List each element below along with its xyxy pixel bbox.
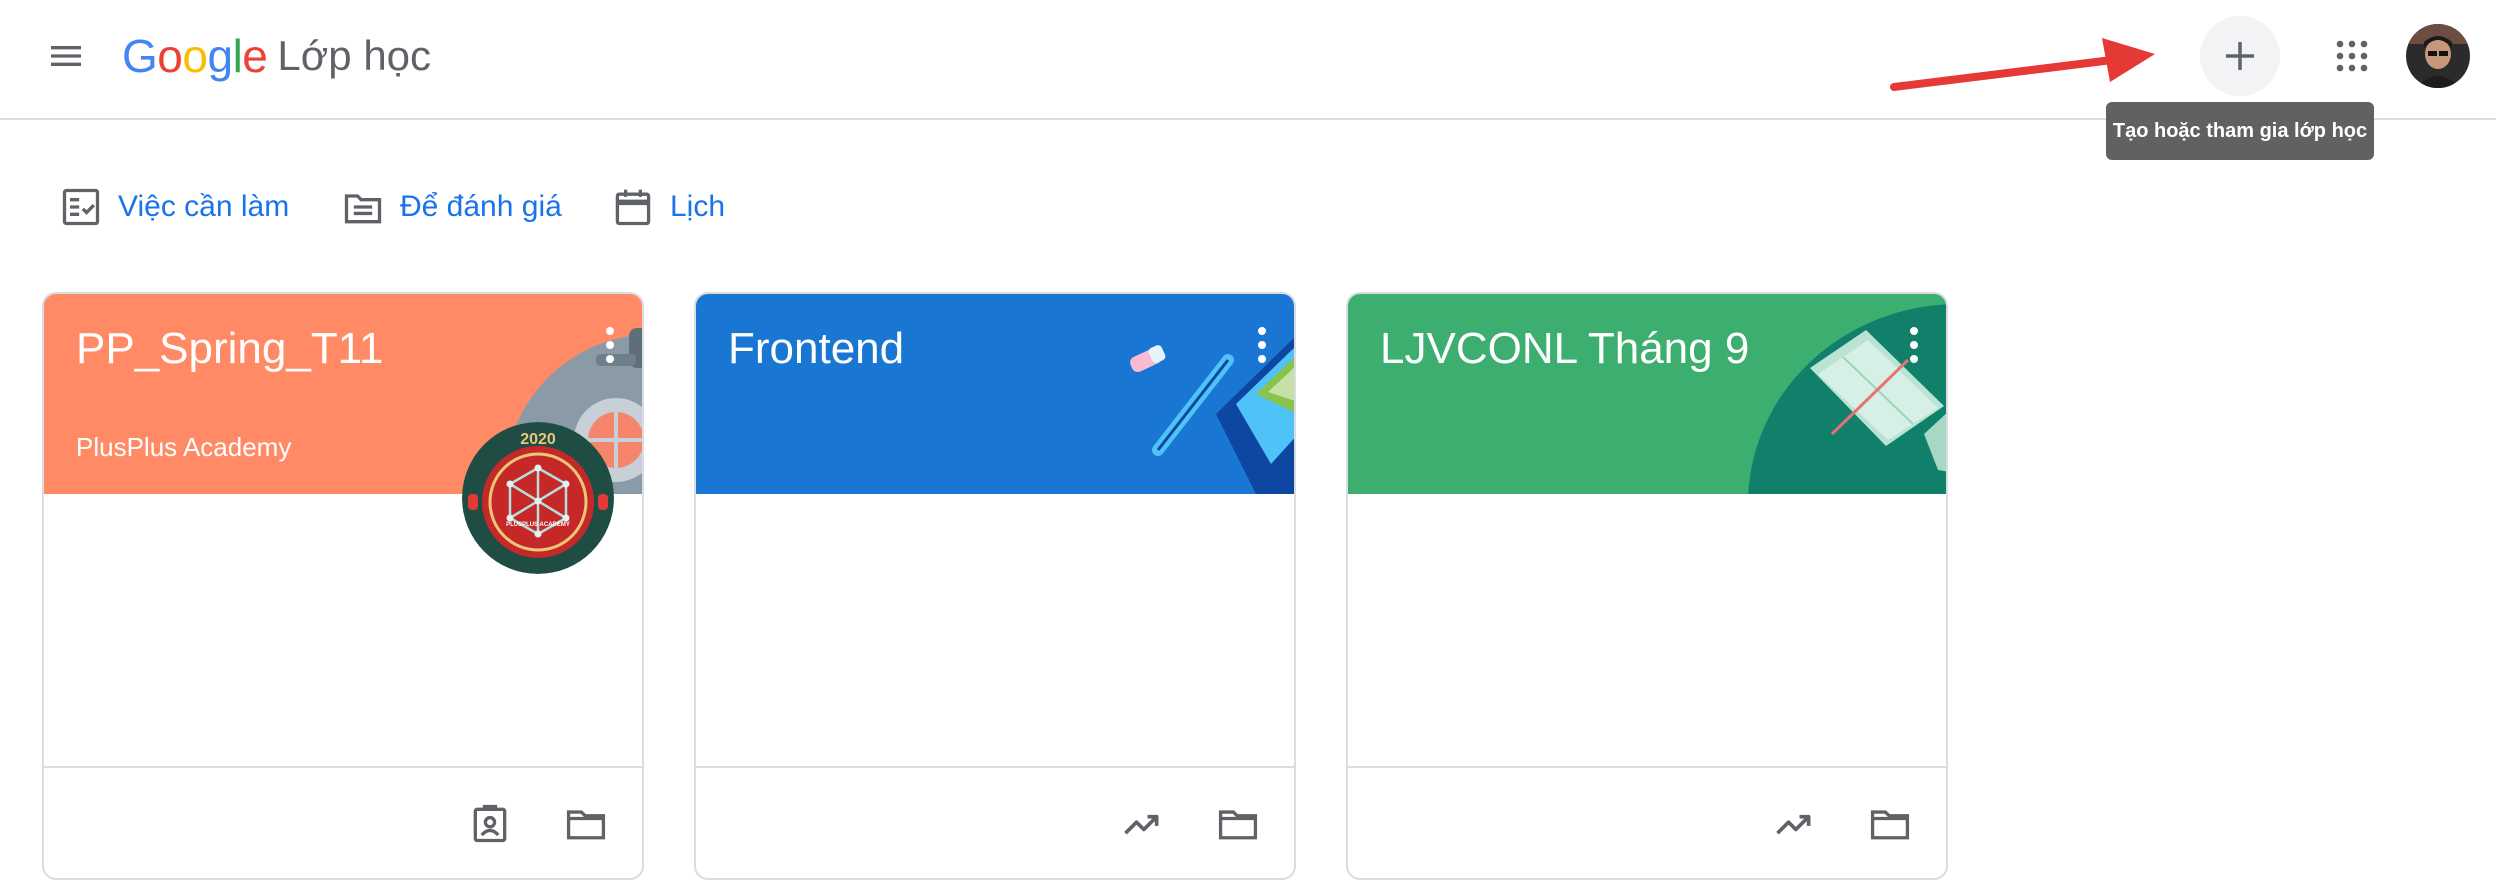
- folder-icon[interactable]: [556, 794, 616, 854]
- trending-up-icon[interactable]: [1112, 794, 1172, 854]
- class-options-button[interactable]: [1894, 320, 1934, 370]
- more-vert-icon: [606, 327, 614, 363]
- red-arrow-annotation: [1890, 38, 2155, 91]
- class-subtitle: PlusPlus Academy: [76, 432, 292, 462]
- google-apps-button[interactable]: [2322, 26, 2382, 86]
- create-join-tooltip: Tạo hoặc tham gia lớp học: [2106, 102, 2374, 160]
- folder-icon[interactable]: [1208, 794, 1268, 854]
- class-options-button[interactable]: [590, 320, 630, 370]
- product-name: Lớp học: [277, 32, 432, 79]
- menu-button[interactable]: [36, 26, 96, 86]
- class-options-button[interactable]: [1242, 320, 1282, 370]
- avatar-text: PLUSPLUS ACADEMY: [506, 522, 570, 528]
- create-join-class-button[interactable]: [2200, 16, 2280, 96]
- class-card-footer: [1348, 766, 1946, 878]
- class-card-footer: [44, 766, 642, 878]
- class-card: Frontend: [694, 292, 1296, 880]
- class-title[interactable]: PP_Spring_T11: [76, 324, 383, 374]
- logo-letter: g: [207, 30, 233, 82]
- class-title[interactable]: LJVCONL Tháng 9: [1380, 324, 1749, 374]
- class-card-header[interactable]: LJVCONL Tháng 9: [1348, 294, 1946, 494]
- teacher-avatar: 2020 PLUSPLUS ACADEMY: [462, 422, 614, 574]
- class-title[interactable]: Frontend: [728, 324, 904, 374]
- menu-icon: [51, 46, 81, 66]
- checklist-icon: [58, 184, 104, 230]
- google-logo: Google: [122, 29, 268, 83]
- review-folder-icon: [340, 184, 386, 230]
- class-card: PP_Spring_T11 PlusPlus Academy 2020 PLUS…: [42, 292, 644, 880]
- calendar-label: Lịch: [670, 190, 726, 223]
- todo-link[interactable]: Việc cần làm: [58, 182, 289, 232]
- folder-icon[interactable]: [1860, 794, 1920, 854]
- logo-letter: o: [182, 30, 208, 82]
- logo-letter: e: [242, 30, 268, 82]
- more-vert-icon: [1258, 327, 1266, 363]
- calendar-link[interactable]: Lịch: [610, 182, 725, 232]
- todo-label: Việc cần làm: [118, 190, 290, 223]
- plus-icon: [2226, 42, 2254, 70]
- avatar-year: 2020: [520, 431, 556, 448]
- logo-letter: G: [122, 30, 158, 82]
- logo-letter: o: [157, 30, 183, 82]
- class-card-header[interactable]: Frontend: [696, 294, 1294, 494]
- logo-letter: l: [232, 30, 243, 82]
- class-card-footer: [696, 766, 1294, 878]
- to-review-label: Để đánh giá: [400, 190, 562, 223]
- trending-up-icon[interactable]: [1764, 794, 1824, 854]
- account-avatar[interactable]: [2406, 24, 2470, 88]
- apps-grid-icon: [2336, 40, 2368, 72]
- class-card: LJVCONL Tháng 9: [1346, 292, 1948, 880]
- avatar-image: [2406, 24, 2470, 88]
- brand-link[interactable]: Google Lớp học: [122, 26, 431, 86]
- calendar-icon: [610, 184, 656, 230]
- to-review-link[interactable]: Để đánh giá: [340, 182, 562, 232]
- more-vert-icon: [1910, 327, 1918, 363]
- assignment-ind-icon[interactable]: [460, 794, 520, 854]
